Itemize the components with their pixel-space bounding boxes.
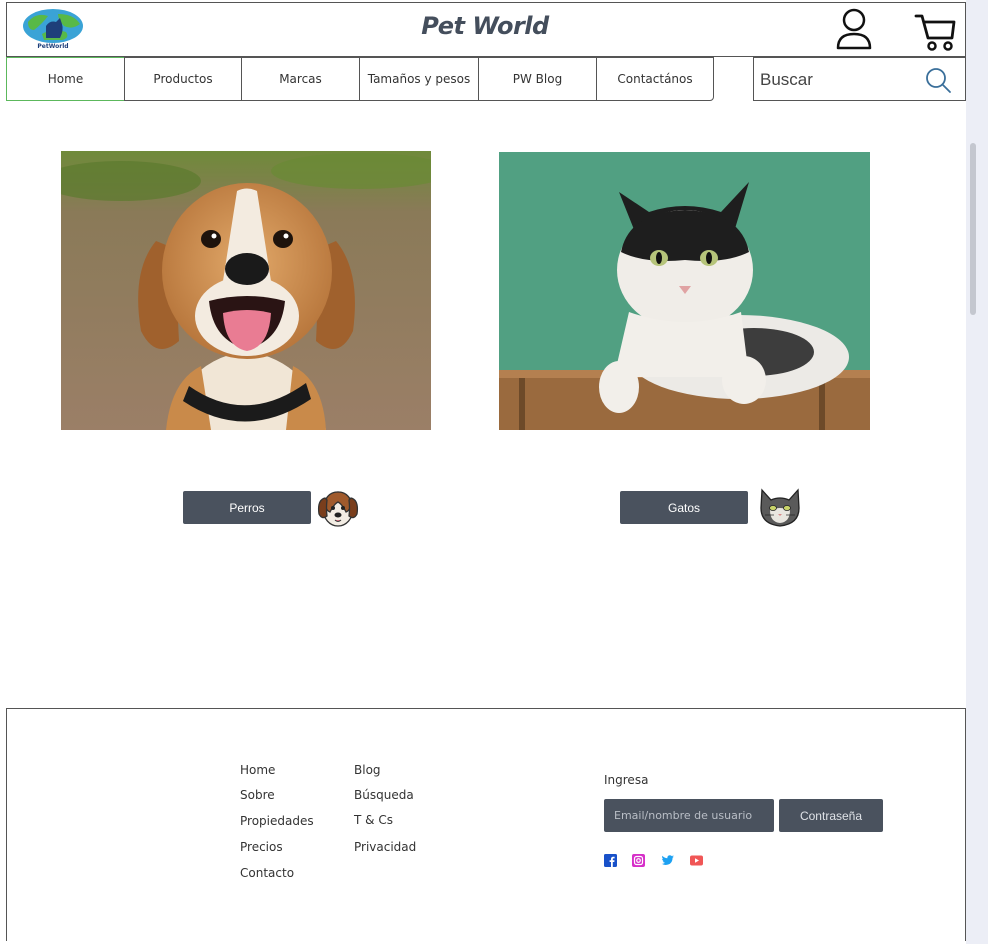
cart-icon bbox=[914, 14, 956, 51]
nav-tamanos-y-pesos[interactable]: Tamaños y pesos bbox=[359, 57, 479, 101]
nav-productos[interactable]: Productos bbox=[124, 57, 242, 101]
youtube-icon[interactable] bbox=[690, 852, 703, 866]
facebook-icon[interactable] bbox=[604, 852, 617, 867]
dog-face-icon bbox=[316, 488, 360, 528]
password-field[interactable]: Contraseña bbox=[779, 799, 883, 832]
nav-home[interactable]: Home bbox=[6, 57, 125, 101]
footer-link-contacto[interactable]: Contacto bbox=[240, 866, 294, 880]
footer-link-sobre[interactable]: Sobre bbox=[240, 788, 275, 802]
account-button[interactable] bbox=[832, 8, 876, 52]
footer-link-blog[interactable]: Blog bbox=[354, 763, 381, 777]
nav-marcas[interactable]: Marcas bbox=[241, 57, 360, 101]
scrollbar-thumb[interactable] bbox=[970, 143, 976, 315]
footer-link-propiedades[interactable]: Propiedades bbox=[240, 814, 314, 828]
footer-link-privacidad[interactable]: Privacidad bbox=[354, 840, 416, 854]
cart-button[interactable] bbox=[912, 10, 958, 54]
nav-contactanos[interactable]: Contactános bbox=[596, 57, 714, 101]
instagram-icon[interactable] bbox=[632, 852, 645, 867]
brand-title: Pet World bbox=[421, 12, 549, 40]
footer-link-tcs[interactable]: T & Cs bbox=[354, 813, 393, 827]
login-label: Ingresa bbox=[604, 773, 649, 787]
footer-link-precios[interactable]: Precios bbox=[240, 840, 283, 854]
perros-button[interactable]: Perros bbox=[183, 491, 311, 524]
gatos-button[interactable]: Gatos bbox=[620, 491, 748, 524]
footer-link-home[interactable]: Home bbox=[240, 763, 275, 777]
search-input[interactable] bbox=[758, 66, 922, 94]
logo[interactable]: PetWorld bbox=[22, 8, 84, 50]
cat-face-icon bbox=[757, 486, 803, 528]
footer-link-busqueda[interactable]: Búsqueda bbox=[354, 788, 414, 802]
cat-photo[interactable] bbox=[499, 152, 870, 430]
search-box bbox=[753, 57, 966, 101]
nav-pw-blog[interactable]: PW Blog bbox=[478, 57, 597, 101]
logo-text: PetWorld bbox=[37, 43, 68, 50]
user-icon bbox=[836, 8, 872, 50]
scrollbar-track[interactable] bbox=[966, 0, 988, 944]
twitter-icon[interactable] bbox=[661, 852, 674, 865]
search-icon[interactable] bbox=[924, 66, 952, 94]
beagle-photo[interactable] bbox=[61, 151, 431, 430]
email-field[interactable] bbox=[604, 799, 774, 832]
